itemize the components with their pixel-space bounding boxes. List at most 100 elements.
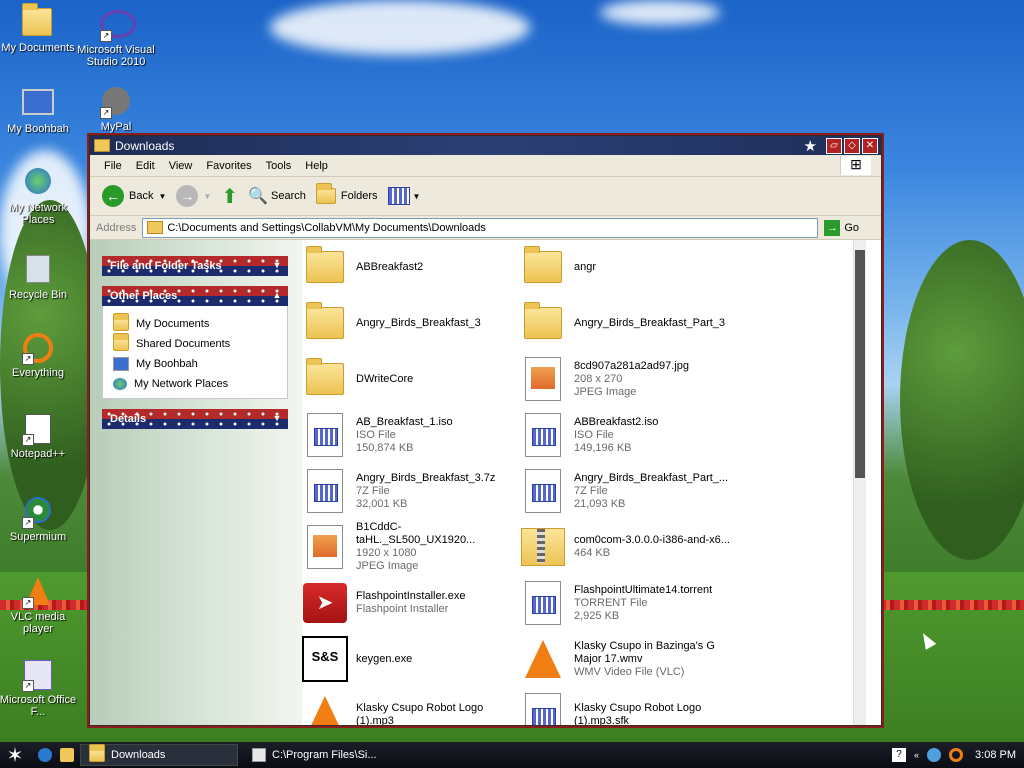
internet-explorer-icon[interactable] bbox=[38, 748, 52, 762]
menu-view[interactable]: View bbox=[169, 160, 193, 172]
menu-help[interactable]: Help bbox=[305, 160, 328, 172]
chevron-down-icon[interactable]: ▼ bbox=[158, 192, 166, 201]
file-item[interactable]: Klasky Csupo in Bazinga's G Major 17.wmv… bbox=[520, 634, 732, 684]
vlc-cone-icon bbox=[302, 692, 348, 725]
address-bar: Address C:\Documents and Settings\Collab… bbox=[90, 216, 881, 240]
desktop-icon-label: Notepad++ bbox=[10, 448, 66, 460]
folder-icon bbox=[113, 312, 129, 331]
file-item[interactable]: Klasky Csupo Robot Logo (1).mp3.sfk bbox=[520, 690, 732, 725]
desktop-icon-recycle-bin[interactable]: Recycle Bin bbox=[0, 252, 78, 301]
desktop-icon-supermium[interactable]: ↗ Supermium bbox=[0, 494, 78, 543]
other-places-list: My Documents Shared Documents My Boohbah… bbox=[102, 306, 288, 399]
folders-label: Folders bbox=[340, 190, 378, 202]
link-my-network-places[interactable]: My Network Places bbox=[113, 374, 277, 394]
file-item[interactable]: FlashpointUltimate14.torrent TORRENT Fil… bbox=[520, 578, 732, 628]
desktop-icon-my-documents[interactable]: My Documents bbox=[0, 3, 78, 54]
chevron-down-icon[interactable]: ▼ bbox=[271, 259, 283, 271]
iso-file-icon bbox=[302, 412, 348, 458]
desktop-icon-mypal[interactable]: ↗ MyPal bbox=[76, 85, 156, 133]
file-name: Klasky Csupo Robot Logo bbox=[574, 702, 702, 714]
chevron-up-icon[interactable]: ▲ bbox=[271, 289, 283, 301]
link-my-documents[interactable]: My Documents bbox=[113, 312, 277, 334]
search-button[interactable]: 🔍 Search bbox=[248, 186, 306, 206]
file-item[interactable]: ABBreakfast2.iso ISO File 149,196 KB bbox=[520, 410, 732, 460]
file-item[interactable]: angr bbox=[520, 242, 732, 292]
minimize-button[interactable]: ▱ bbox=[826, 138, 842, 154]
details-header[interactable]: Details ▼ bbox=[102, 409, 288, 429]
file-name: Klasky Csupo in Bazinga's G bbox=[574, 639, 715, 652]
back-button[interactable]: ← Back ▼ bbox=[102, 185, 166, 207]
address-input[interactable]: C:\Documents and Settings\CollabVM\My Do… bbox=[142, 217, 819, 238]
file-name: Angry_Birds_Breakfast_3 bbox=[356, 316, 481, 329]
file-item[interactable]: com0com-3.0.0.0-i386-and-x6... 464 KB bbox=[520, 522, 732, 572]
close-button[interactable]: ✕ bbox=[862, 138, 878, 154]
desktop-icon-my-boohbah[interactable]: My Boohbah bbox=[0, 85, 78, 135]
taskbar-item-label: C:\Program Files\Si... bbox=[272, 749, 377, 761]
file-item[interactable]: AB_Breakfast_1.iso ISO File 150,874 KB bbox=[302, 410, 514, 460]
desktop-icon-vlc[interactable]: ↗ VLC media player bbox=[0, 575, 78, 635]
folders-button[interactable]: Folders bbox=[315, 183, 378, 204]
file-name: ABBreakfast2 bbox=[356, 260, 424, 273]
start-button[interactable]: ✶ bbox=[0, 743, 30, 768]
file-size: 464 KB bbox=[574, 547, 611, 559]
desktop-icon-everything[interactable]: ↗ Everything bbox=[0, 330, 78, 379]
folder-icon bbox=[302, 356, 348, 402]
file-item[interactable]: 8cd907a281a2ad97.jpg 208 x 270 JPEG Imag… bbox=[520, 354, 732, 404]
notepad-icon: ↗ bbox=[22, 414, 54, 446]
file-item[interactable]: Angry_Birds_Breakfast_3 bbox=[302, 298, 514, 348]
file-folder-tasks-header[interactable]: File and Folder Tasks ▼ bbox=[102, 256, 288, 276]
file-name: Klasky Csupo Robot Logo bbox=[356, 702, 484, 714]
file-item[interactable]: ABBreakfast2 bbox=[302, 242, 514, 292]
desktop-icon-network-places[interactable]: My Network Places bbox=[0, 165, 78, 226]
go-button[interactable]: → Go bbox=[824, 219, 860, 236]
file-item[interactable]: Angry_Birds_Breakfast_Part_3 bbox=[520, 298, 732, 348]
desktop-icon-label: My Documents bbox=[1, 42, 75, 54]
clock[interactable]: 3:08 PM bbox=[975, 749, 1016, 761]
menu-file[interactable]: File bbox=[104, 160, 122, 172]
scrollbar-thumb[interactable] bbox=[855, 250, 865, 478]
file-item[interactable]: Angry_Birds_Breakfast_Part_... 7Z File 2… bbox=[520, 466, 732, 516]
file-item[interactable]: ➤ FlashpointInstaller.exe Flashpoint Ins… bbox=[302, 578, 514, 628]
file-name-continued: Major 17.wmv bbox=[574, 652, 643, 665]
file-item[interactable]: Angry_Birds_Breakfast_3.7z 7Z File 32,00… bbox=[302, 466, 514, 516]
file-item[interactable]: DWriteCore bbox=[302, 354, 514, 404]
file-item[interactable]: Klasky Csupo Robot Logo (1).mp3 bbox=[302, 690, 514, 725]
chevron-down-icon[interactable]: ▼ bbox=[271, 412, 283, 424]
help-icon[interactable]: ? bbox=[892, 748, 907, 762]
file-item[interactable]: B1CddC-taHL._SL500_UX1920... 1920 x 1080… bbox=[302, 521, 514, 572]
desktop-icon-office[interactable]: ↗ Microsoft Office F... bbox=[0, 658, 78, 718]
maximize-button[interactable]: ◇ bbox=[844, 138, 860, 154]
chevron-down-icon[interactable]: ▼ bbox=[413, 192, 421, 201]
taskbar-item-program-files[interactable]: C:\Program Files\Si... bbox=[244, 745, 402, 765]
taskbar-item-downloads[interactable]: Downloads bbox=[80, 743, 238, 766]
search-icon[interactable] bbox=[949, 748, 964, 762]
views-button[interactable]: ▼ bbox=[387, 187, 421, 205]
other-places-header[interactable]: Other Places ▲ bbox=[102, 286, 288, 306]
chevron-left-icon[interactable]: « bbox=[914, 750, 919, 760]
content-area: File and Folder Tasks ▼ Other Places ▲ M… bbox=[90, 240, 881, 725]
desktop-icon-notepad-plus[interactable]: ↗ Notepad++ bbox=[0, 412, 78, 460]
file-name: com0com-3.0.0.0-i386-and-x6... bbox=[574, 534, 730, 546]
forward-button[interactable]: → ▼ bbox=[176, 185, 211, 207]
folder-icon bbox=[89, 743, 105, 762]
title-bar[interactable]: Downloads ★ ▱ ◇ ✕ bbox=[90, 136, 881, 155]
file-name: angr bbox=[574, 260, 597, 273]
menu-tools[interactable]: Tools bbox=[266, 160, 292, 172]
up-folder-button[interactable]: ⬆ bbox=[221, 184, 238, 209]
explorer-icon[interactable] bbox=[60, 748, 74, 762]
link-my-boohbah[interactable]: My Boohbah bbox=[113, 354, 277, 374]
menu-favorites[interactable]: Favorites bbox=[206, 160, 251, 172]
file-type: 7Z File bbox=[356, 484, 390, 497]
desktop-icon-visual-studio[interactable]: ↗ Microsoft Visual Studio 2010 bbox=[76, 6, 156, 68]
file-item[interactable]: S&S keygen.exe bbox=[302, 634, 514, 684]
go-label: Go bbox=[844, 221, 860, 234]
system-tray: ? « 3:08 PM bbox=[884, 742, 1024, 768]
up-arrow-icon: ⬆ bbox=[221, 185, 239, 208]
menu-edit[interactable]: Edit bbox=[136, 160, 155, 172]
vertical-scrollbar[interactable] bbox=[853, 240, 866, 725]
link-shared-documents[interactable]: Shared Documents bbox=[113, 332, 277, 354]
chevron-down-icon[interactable]: ▼ bbox=[203, 192, 211, 201]
browser-icon: ↗ bbox=[22, 497, 54, 529]
network-users-icon[interactable] bbox=[927, 748, 942, 762]
keygen-icon: S&S bbox=[302, 636, 348, 682]
